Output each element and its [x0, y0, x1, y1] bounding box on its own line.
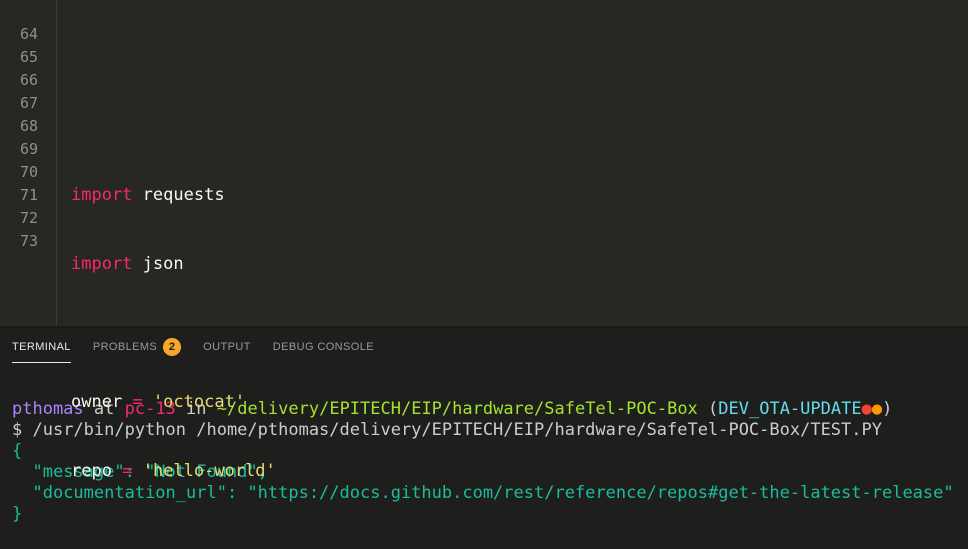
- line-number: 64: [0, 23, 38, 46]
- code-area[interactable]: import requests import json owner = 'oct…: [56, 0, 968, 326]
- tab-terminal[interactable]: TERMINAL: [12, 338, 71, 363]
- line-number: 73: [0, 230, 38, 253]
- code-line[interactable]: repo = 'hello-world': [71, 460, 968, 483]
- line-number: 71: [0, 184, 38, 207]
- code-line[interactable]: import requests: [71, 184, 968, 207]
- module-requests: requests: [143, 185, 225, 205]
- keyword-import: import: [71, 185, 132, 205]
- var-owner: owner: [71, 392, 122, 412]
- prompt-dollar: $: [12, 420, 32, 440]
- line-number: 69: [0, 138, 38, 161]
- code-line[interactable]: import json: [71, 253, 968, 276]
- terminal-line: {: [12, 441, 22, 461]
- code-line[interactable]: owner = 'octocat': [71, 391, 968, 414]
- line-number: 70: [0, 161, 38, 184]
- line-number: [0, 0, 38, 23]
- line-number: 72: [0, 207, 38, 230]
- module-json: json: [143, 254, 184, 274]
- line-number: 66: [0, 69, 38, 92]
- line-number-gutter: 64 65 66 67 68 69 70 71 72 73: [0, 0, 56, 326]
- line-number: 67: [0, 92, 38, 115]
- editor-pane: 64 65 66 67 68 69 70 71 72 73 import req…: [0, 0, 968, 326]
- string-repo: 'hello-world': [143, 461, 276, 481]
- op-eq: =: [122, 461, 132, 481]
- op-eq: =: [132, 392, 142, 412]
- terminal-line: }: [12, 504, 22, 524]
- var-repo: repo: [71, 461, 112, 481]
- string-owner: 'octocat': [153, 392, 245, 412]
- line-number: 68: [0, 115, 38, 138]
- keyword-import: import: [71, 254, 132, 274]
- line-number: 65: [0, 46, 38, 69]
